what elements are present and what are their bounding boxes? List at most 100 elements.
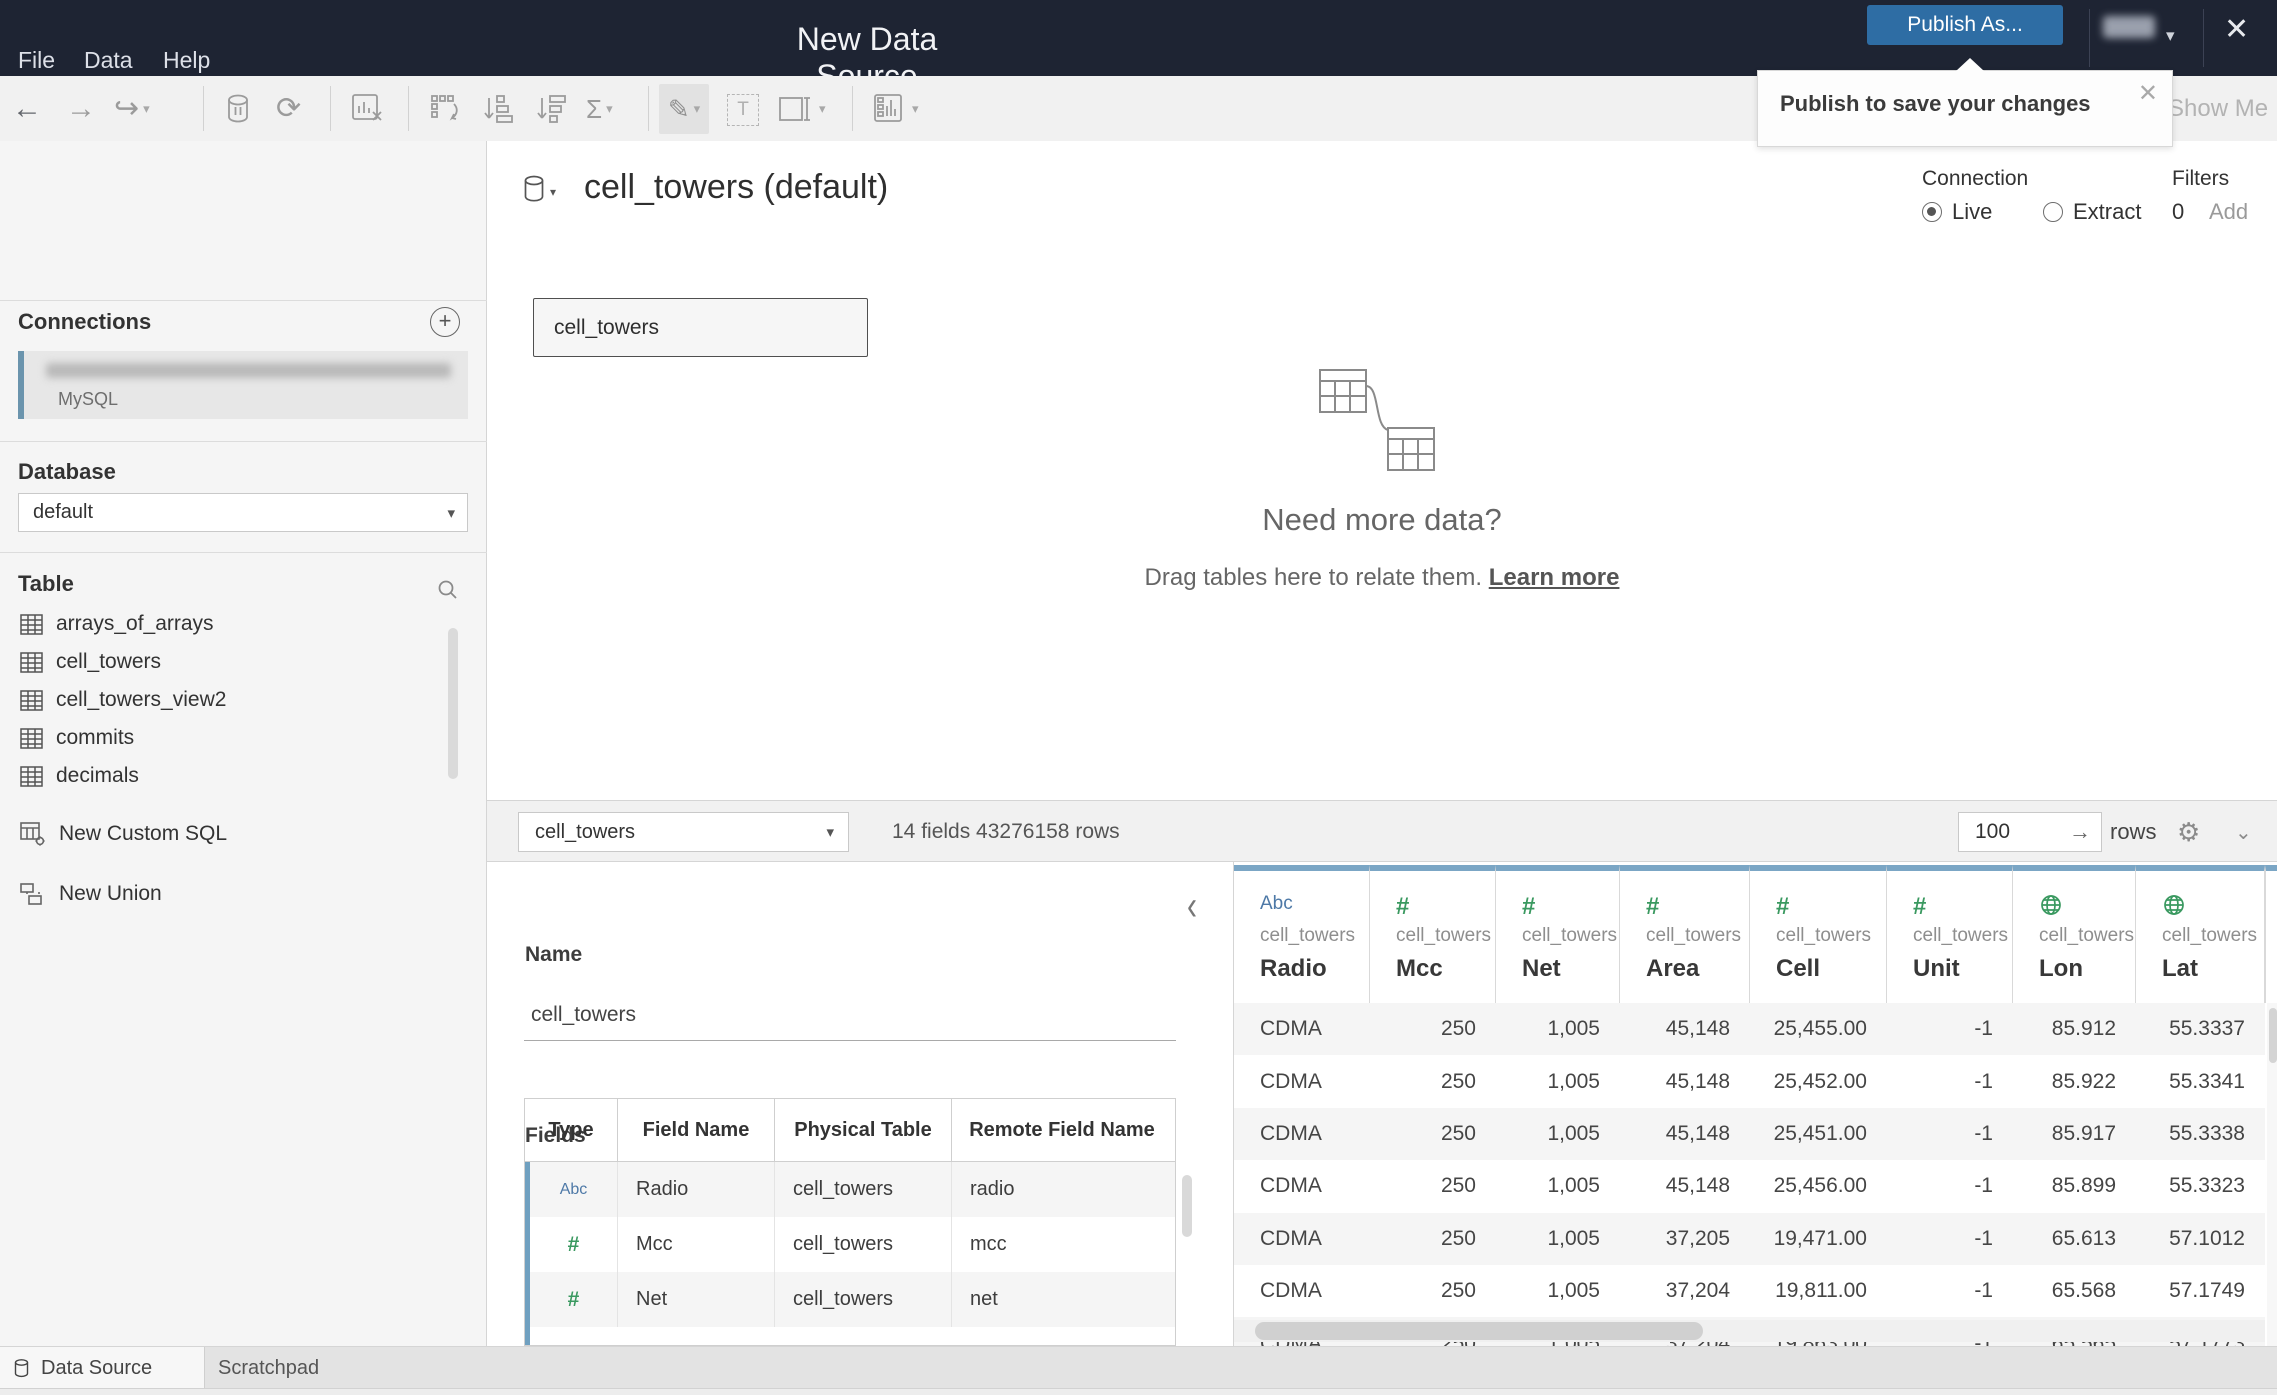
grid-column-header-net[interactable]: # cell_towers Net [1496,865,1620,1003]
tab-scratchpad[interactable]: Scratchpad [218,1347,319,1389]
toolbar-divider [203,86,204,131]
tableau-data-source-window: New Data Source File Data Help Publish A… [0,0,2277,1395]
filters-add-button[interactable]: Add [2209,199,2248,225]
sidebar-table-item[interactable]: decimals [20,757,430,795]
connection-item[interactable]: MySQL [18,351,468,419]
table-name-value[interactable]: cell_towers [531,1003,636,1027]
learn-more-link[interactable]: Learn more [1489,564,1620,591]
fields-table-row[interactable]: Abc Radio cell_towers radio [525,1162,1175,1217]
grid-column-header-mcc[interactable]: # cell_towers Mcc [1370,865,1496,1003]
need-more-data-empty-state: Need more data? Drag tables here to rela… [1082,366,1682,592]
tab-data-source[interactable]: Data Source [0,1347,205,1389]
sidebar-table-item[interactable]: cell_towers [20,643,430,681]
preview-table-select[interactable]: cell_towers ▾ [518,812,849,852]
refresh-icon[interactable]: ⟳ [276,76,301,141]
new-custom-sql-button[interactable]: New Custom SQL [20,821,227,847]
clear-chart-icon[interactable] [352,76,384,141]
grid-cell: -1 [1974,1174,1993,1198]
sort-descending-icon[interactable] [536,76,566,141]
toolbar-divider [648,86,649,131]
new-union-button[interactable]: New Union [20,881,162,907]
grid-column-header-area[interactable]: # cell_towers Area [1620,865,1750,1003]
user-avatar[interactable] [2103,16,2155,38]
scrollbar-thumb[interactable] [1255,1322,1703,1340]
menu-data[interactable]: Data [84,47,133,74]
grid-column-header-lat[interactable]: cell_towers Lat [2136,865,2265,1003]
grid-data-row[interactable]: CDMA 250 1,005 45,148 25,456.00 -1 85.899 55.33… [1234,1160,2265,1212]
fit-layout-icon[interactable]: ▾ [779,76,826,141]
fields-cell-table: cell_towers [775,1162,952,1217]
grid-data-row[interactable]: CDMA 250 1,005 37,205 19,471.00 -1 65.613 57.10… [1234,1212,2265,1265]
text-tool-icon[interactable]: T [727,94,759,126]
grid-data-row[interactable]: CDMA 250 1,005 45,148 25,452.00 -1 85.922 55.33… [1234,1055,2265,1107]
grid-data-row[interactable]: CDMA 250 1,005 37,204 19,811.00 -1 65.568 57.17… [1234,1265,2265,1317]
preview-toolbar: cell_towers ▾ 14 fields 43276158 rows → … [487,800,2277,862]
show-me-button[interactable]: Show Me [2168,76,2268,141]
grid-column-field-label: Unit [1913,955,1960,982]
grid-column-header-lon[interactable]: cell_towers Lon [2013,865,2136,1003]
gear-icon[interactable]: ⚙ [2177,801,2200,863]
show-viz-icon[interactable]: ▾ [874,76,919,141]
menu-file[interactable]: File [18,47,55,74]
collapse-panel-icon[interactable]: ‹ [1187,885,1197,928]
table-item-label: decimals [56,764,139,787]
search-icon[interactable] [437,579,459,601]
table-node-cell-towers[interactable]: cell_towers [533,298,868,357]
fields-cell-remote: net [970,1288,998,1310]
collapse-preview-chevron-icon[interactable]: ⌄ [2235,801,2252,863]
totals-sigma-icon[interactable]: Σ ▾ [586,76,613,141]
window-close-icon[interactable]: ✕ [2224,12,2249,47]
datasource-title[interactable]: cell_towers (default) [584,168,888,207]
database-select[interactable]: default ▾ [18,493,468,532]
sidebar-table-item[interactable]: commits [20,719,430,757]
sort-ascending-icon[interactable] [483,76,513,141]
highlight-pen-icon[interactable]: ✎ ▾ [659,84,709,134]
grid-horizontal-scrollbar[interactable] [1234,1320,2265,1342]
grid-cell: 1,005 [1547,1069,1600,1093]
fields-table-row[interactable]: # Mcc cell_towers mcc [525,1217,1175,1272]
sidebar-scrollbar[interactable] [448,628,458,779]
datasource-caret-icon[interactable]: ▾ [550,185,556,199]
connection-live-radio[interactable]: Live [1922,199,1992,225]
sidebar-table-item[interactable]: arrays_of_arrays [20,605,430,643]
swap-rows-columns-icon[interactable] [430,76,462,141]
grid-column-header-unit[interactable]: # cell_towers Unit [1887,865,2013,1003]
apply-rows-arrow-icon[interactable]: → [2069,819,2091,845]
datasource-pause-icon[interactable] [226,76,250,141]
grid-cell: -1 [1974,1069,1993,1093]
fields-scrollbar[interactable] [1182,1175,1192,1237]
connection-extract-radio[interactable]: Extract [2043,199,2141,225]
row-count-field[interactable]: → [1958,812,2102,852]
radio-unselected-icon[interactable] [2043,202,2063,222]
grid-cell: 85.917 [2051,1121,2116,1145]
redo-icon[interactable]: ↪ ▾ [114,76,150,141]
grid-data-row[interactable]: CDMA 250 1,005 45,148 25,451.00 -1 85.917 55.33… [1234,1107,2265,1161]
sidebar-table-item[interactable]: cell_towers_view2 [20,681,430,719]
data-preview-grid: Abc cell_towers Radio # cell_towers Mcc # cell_… [1233,862,2277,1346]
string-type-icon: Abc [530,1162,618,1217]
grid-column-field-label: Net [1522,955,1561,982]
fields-table-row-partial [525,1327,1175,1345]
back-icon[interactable]: ← [12,76,42,141]
grid-cell: 19,811.00 [1775,1279,1867,1303]
fields-table-row[interactable]: # Net cell_towers net [525,1272,1175,1327]
grid-column-header-cell[interactable]: # cell_towers Cell [1750,865,1887,1003]
row-count-input[interactable] [1973,819,2067,845]
scrollbar-thumb[interactable] [2268,1008,2277,1063]
fields-metadata-panel: ‹ Name cell_towers Fields Type Field Name… [487,862,1233,1346]
menu-help[interactable]: Help [163,47,210,74]
grid-cell: 57.1012 [2169,1226,2245,1250]
connections-header: Connections [18,309,152,334]
grid-data-row[interactable]: CDMA 250 1,005 45,148 25,455.00 -1 85.912 55.33… [1234,1003,2265,1056]
grid-column-header-radio[interactable]: Abc cell_towers Radio [1234,865,1370,1003]
add-connection-icon[interactable]: + [430,307,460,337]
radio-selected-icon[interactable] [1922,202,1942,222]
tooltip-close-icon[interactable]: ✕ [2138,79,2158,108]
grid-column-table-label: cell_towers [1260,925,1356,946]
grid-cell: 25,455.00 [1773,1017,1867,1041]
publish-as-button[interactable]: Publish As... [1867,5,2063,45]
datasource-cylinder-icon[interactable] [523,175,545,203]
user-menu-caret-icon[interactable]: ▾ [2166,26,2175,46]
grid-vertical-scrollbar[interactable] [2267,1003,2277,1346]
forward-icon[interactable]: → [66,76,96,141]
